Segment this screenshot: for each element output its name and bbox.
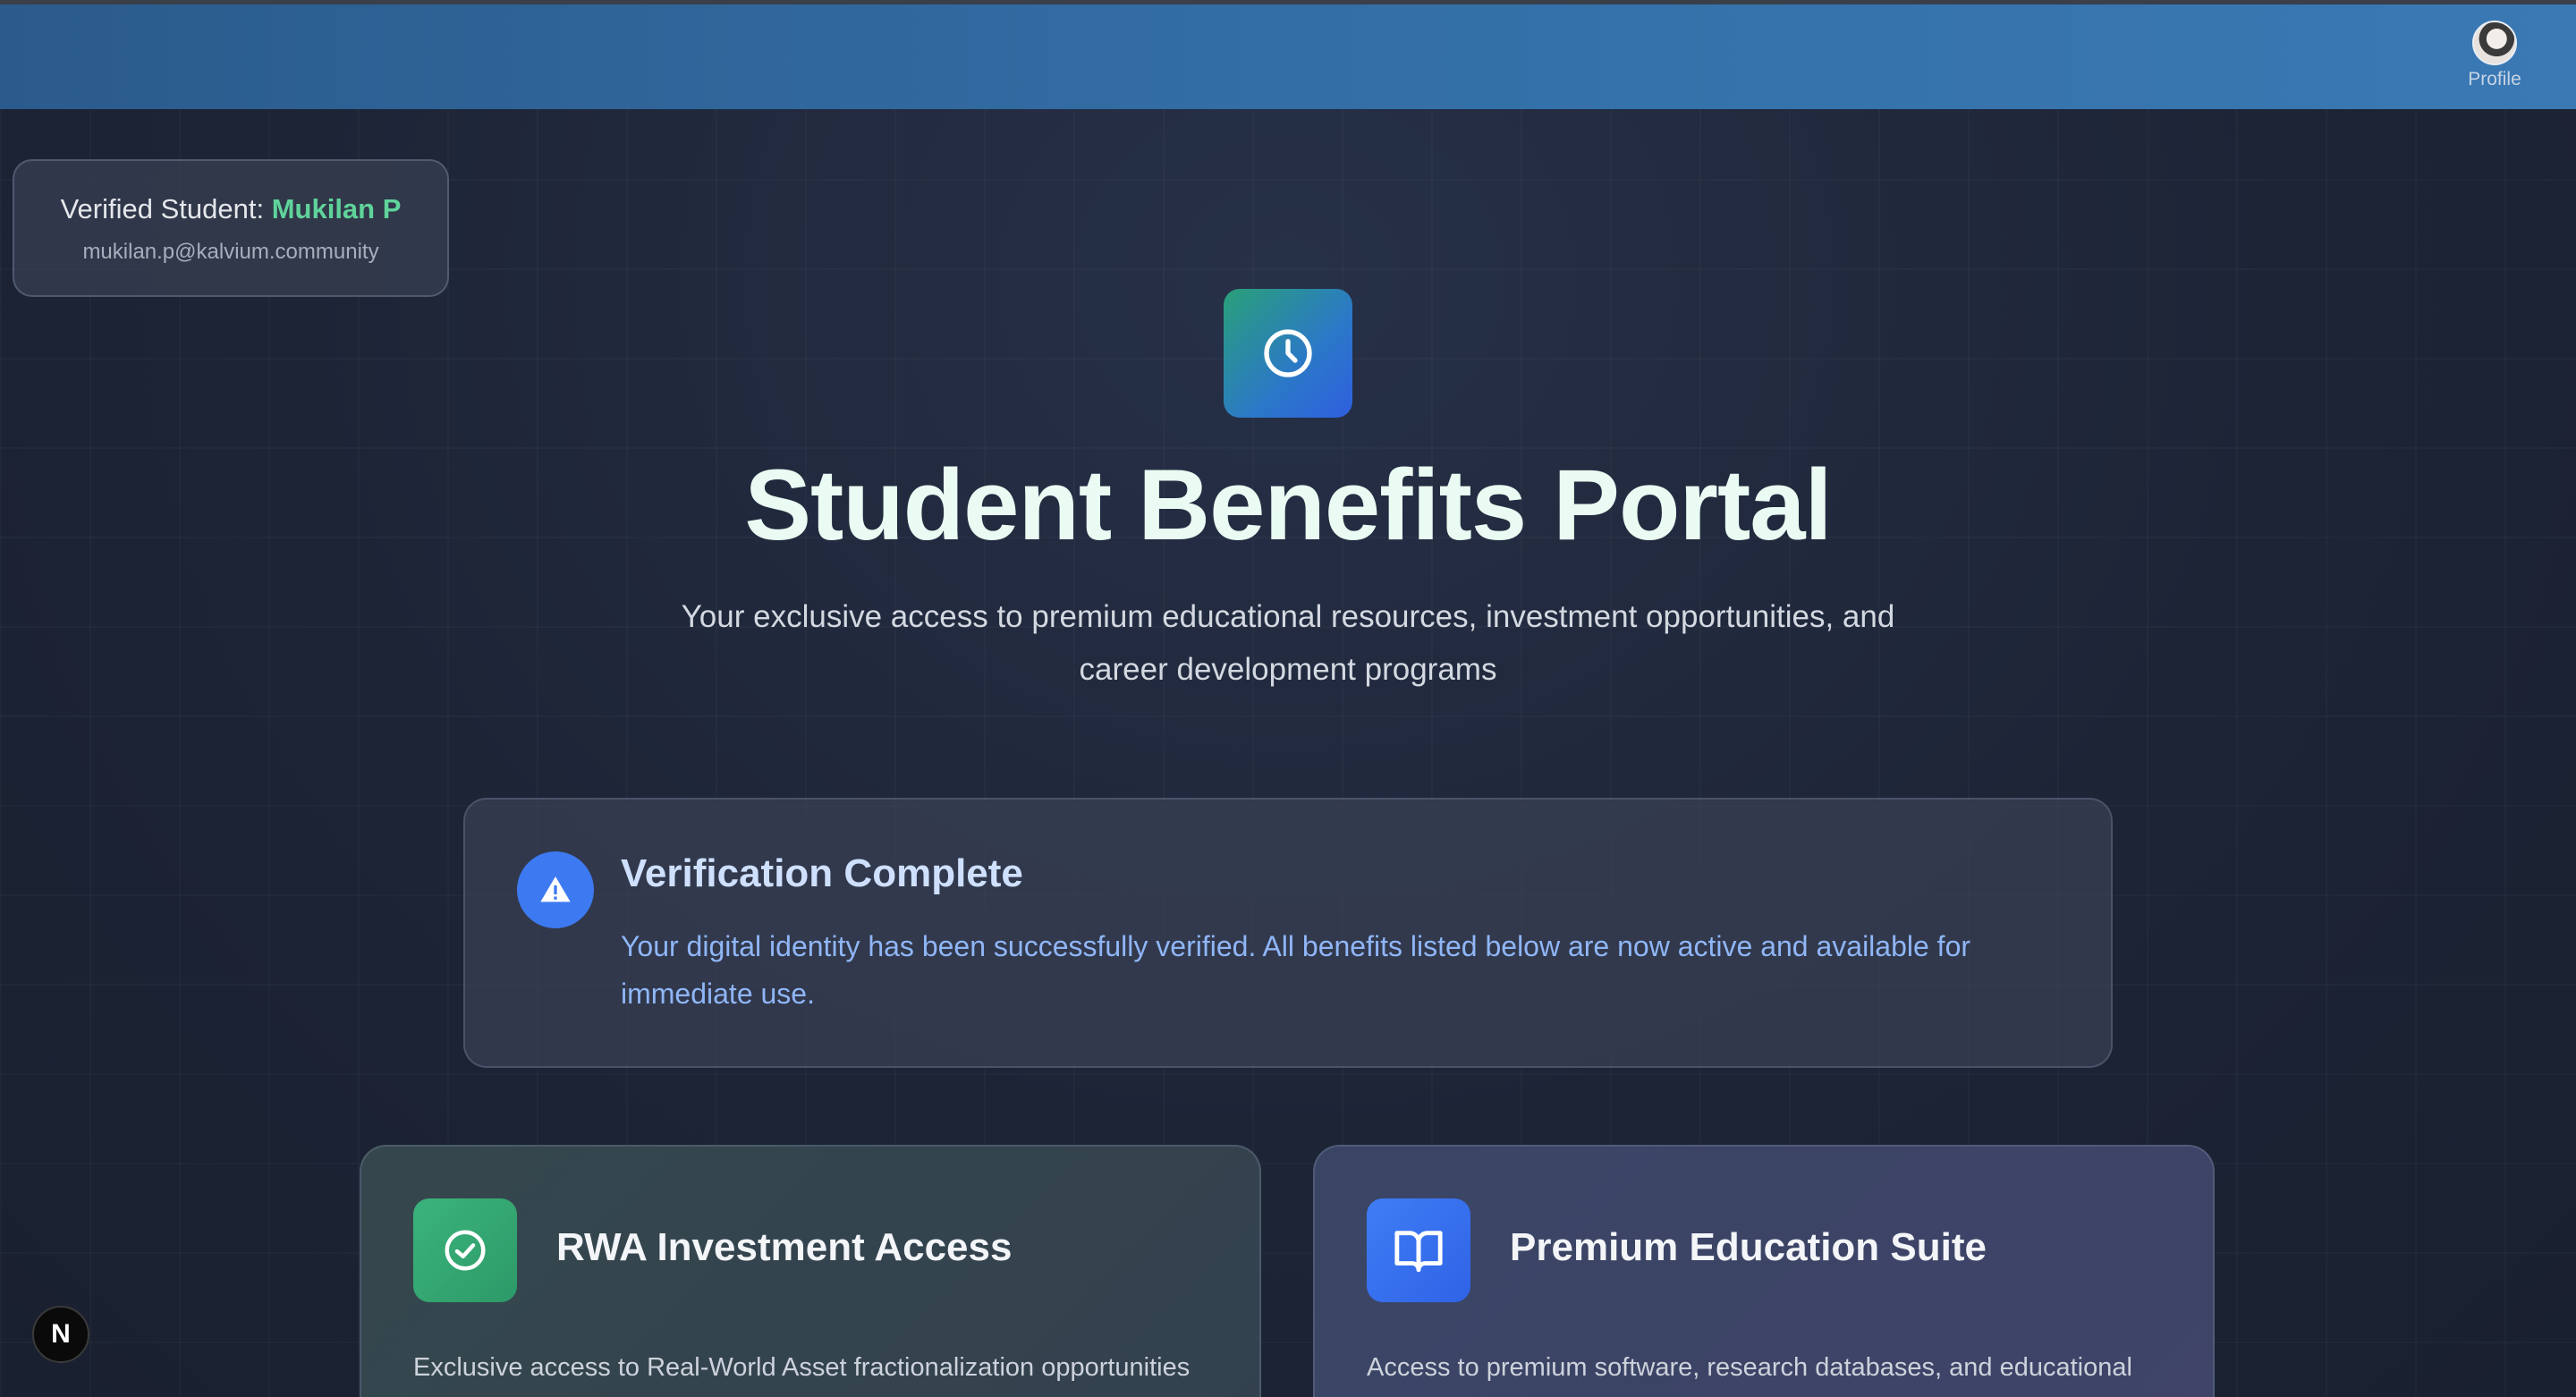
student-email: mukilan.p@kalvium.community — [82, 240, 379, 264]
benefit-card-rwa[interactable]: RWA Investment Access Exclusive access t… — [360, 1145, 1261, 1397]
verification-title: Verification Complete — [621, 851, 1023, 895]
warning-icon — [517, 851, 594, 928]
benefit-title: RWA Investment Access — [556, 1225, 1013, 1269]
check-circle-icon — [413, 1198, 517, 1302]
verification-banner: Verification Complete Your digital ident… — [463, 798, 2113, 1068]
verified-student-prefix: Verified Student: — [60, 193, 272, 224]
benefit-description: Exclusive access to Real-World Asset fra… — [413, 1353, 1191, 1382]
verified-student-line: Verified Student: Mukilan P — [14, 193, 447, 225]
book-open-icon — [1367, 1198, 1470, 1302]
profile-label: Profile — [2468, 69, 2521, 89]
page-title: Student Benefits Portal — [744, 449, 1832, 561]
verification-text: Your digital identity has been successfu… — [621, 930, 1971, 1010]
top-navigation-bar: Profile — [0, 0, 2576, 109]
dev-tools-badge[interactable]: N — [32, 1306, 89, 1363]
avatar[interactable] — [2472, 21, 2517, 65]
student-name: Mukilan P — [271, 193, 402, 224]
profile-button[interactable]: Profile — [2463, 21, 2526, 90]
clock-icon — [1224, 289, 1352, 418]
benefit-card-education[interactable]: Premium Education Suite Access to premiu… — [1313, 1145, 2215, 1397]
verified-student-card: Verified Student: Mukilan P mukilan.p@ka… — [13, 159, 449, 297]
page-subtitle: Your exclusive access to premium educati… — [681, 599, 1895, 687]
benefit-title: Premium Education Suite — [1510, 1225, 1987, 1269]
benefit-description: Access to premium software, research dat… — [1367, 1353, 2132, 1382]
